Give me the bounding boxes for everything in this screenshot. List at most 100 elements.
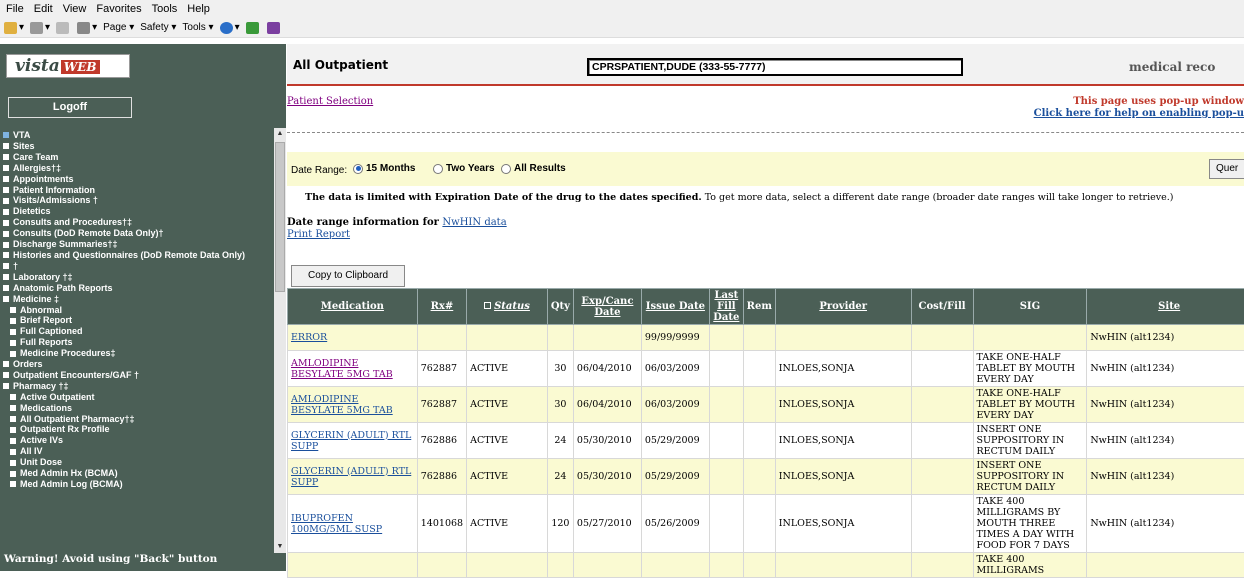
- sidebar-item[interactable]: Visits/Admissions †: [0, 195, 274, 206]
- sidebar-item[interactable]: Anatomic Path Reports: [0, 283, 274, 294]
- sidebar-item[interactable]: Laboratory †‡: [0, 272, 274, 283]
- sidebar-item[interactable]: Consults and Procedures†‡: [0, 217, 274, 228]
- radio-two-years[interactable]: Two Years: [433, 163, 495, 174]
- tools-menu[interactable]: Tools ▾: [182, 22, 213, 33]
- sidebar-item[interactable]: All Outpatient Pharmacy†‡: [0, 414, 274, 425]
- cell-sig: INSERT ONE SUPPOSITORY IN RECTUM DAILY: [973, 423, 1087, 459]
- sidebar-item[interactable]: Medicine ‡: [0, 294, 274, 305]
- medication-link[interactable]: AMLODIPINE BESYLATE 5MG TAB: [291, 358, 393, 380]
- col-medication[interactable]: Medication: [288, 289, 418, 325]
- sidebar-item[interactable]: Pharmacy †‡: [0, 381, 274, 392]
- col-issue-date[interactable]: Issue Date: [641, 289, 709, 325]
- cell-med: [288, 553, 418, 578]
- safety-menu[interactable]: Safety ▾: [140, 22, 176, 33]
- sidebar-item[interactable]: Appointments: [0, 174, 274, 185]
- research-button[interactable]: [246, 22, 261, 34]
- col-provider[interactable]: Provider: [775, 289, 911, 325]
- col-rx[interactable]: Rx#: [417, 289, 466, 325]
- scroll-down-icon[interactable]: ▼: [274, 541, 286, 553]
- medication-link[interactable]: GLYCERIN (ADULT) RTL SUPP: [291, 430, 411, 452]
- sidebar-item[interactable]: Histories and Questionnaires (DoD Remote…: [0, 250, 274, 261]
- sidebar-item[interactable]: Unit Dose: [0, 457, 274, 468]
- sidebar-item[interactable]: All IV: [0, 446, 274, 457]
- popup-help-link[interactable]: Click here for help on enabling pop-u: [980, 108, 1244, 119]
- sidebar-item-label: Anatomic Path Reports: [13, 283, 113, 294]
- print-button[interactable]: ▾: [77, 22, 97, 34]
- sidebar-item[interactable]: Active IVs: [0, 435, 274, 446]
- sidebar-item[interactable]: Brief Report: [0, 315, 274, 326]
- cell-med: AMLODIPINE BESYLATE 5MG TAB: [288, 387, 418, 423]
- tree-node-icon: [10, 394, 16, 400]
- col-status[interactable]: Status: [467, 289, 548, 325]
- menu-favorites[interactable]: Favorites: [96, 3, 141, 15]
- sidebar-item[interactable]: Sites: [0, 141, 274, 152]
- sidebar-item[interactable]: Active Outpatient: [0, 392, 274, 403]
- cell-cost: [911, 325, 973, 351]
- nwhin-data-link[interactable]: NwHIN data: [442, 217, 506, 228]
- menu-help[interactable]: Help: [187, 3, 210, 15]
- sidebar-item[interactable]: Outpatient Rx Profile: [0, 424, 274, 435]
- menu-view[interactable]: View: [63, 3, 87, 15]
- home-button[interactable]: ▾: [4, 22, 24, 34]
- scroll-up-icon[interactable]: ▲: [274, 128, 286, 140]
- sidebar-item[interactable]: Medications: [0, 403, 274, 414]
- cell-provider: INLOES,SONJA: [775, 459, 911, 495]
- tree-node-icon: [10, 460, 16, 466]
- radio-15-months[interactable]: 15 Months: [353, 163, 415, 174]
- sidebar-item[interactable]: Dietetics: [0, 206, 274, 217]
- cell-exp: [573, 553, 641, 578]
- medication-link[interactable]: IBUPROFEN 100MG/5ML SUSP: [291, 513, 382, 535]
- cell-rem: [743, 495, 775, 553]
- sidebar-item[interactable]: Med Admin Log (BCMA): [0, 479, 274, 490]
- cell-rem: [743, 459, 775, 495]
- sidebar-item-label: Active Outpatient: [20, 392, 95, 403]
- cell-qty: [547, 325, 573, 351]
- medication-link[interactable]: AMLODIPINE BESYLATE 5MG TAB: [291, 394, 393, 416]
- vistaweb-logo: vistaWEB: [6, 54, 130, 78]
- patient-selection-link[interactable]: Patient Selection: [287, 96, 373, 107]
- medication-link[interactable]: ERROR: [291, 332, 327, 343]
- sidebar-item[interactable]: Orders: [0, 359, 274, 370]
- menu-tools[interactable]: Tools: [152, 3, 178, 15]
- sidebar-scrollbar[interactable]: ▲ ▼: [274, 128, 286, 553]
- menu-edit[interactable]: Edit: [34, 3, 53, 15]
- sidebar-item[interactable]: Abnormal: [0, 305, 274, 316]
- col-site[interactable]: Site: [1087, 289, 1244, 325]
- sidebar-item[interactable]: Allergies†‡: [0, 163, 274, 174]
- sidebar-item[interactable]: Med Admin Hx (BCMA): [0, 468, 274, 479]
- print-report-link[interactable]: Print Report: [287, 229, 350, 240]
- sidebar-item-label: Medicine ‡: [13, 294, 59, 305]
- tree-node-icon: [3, 143, 9, 149]
- sidebar-item[interactable]: Full Reports: [0, 337, 274, 348]
- logo-text: vista: [15, 56, 60, 76]
- sidebar-item-label: Outpatient Rx Profile: [20, 424, 110, 435]
- sidebar-item[interactable]: Care Team: [0, 152, 274, 163]
- logoff-button[interactable]: Logoff: [8, 97, 132, 118]
- home-icon: [4, 22, 17, 34]
- sidebar-item[interactable]: Full Captioned: [0, 326, 274, 337]
- sidebar-item[interactable]: Discharge Summaries†‡: [0, 239, 274, 250]
- col-exp-date[interactable]: Exp/Canc Date: [573, 289, 641, 325]
- patient-box[interactable]: CPRSPATIENT,DUDE (333-55-7777): [587, 58, 963, 76]
- col-last-fill[interactable]: Last Fill Date: [709, 289, 743, 325]
- tree-node-icon: [3, 231, 9, 237]
- sidebar-item[interactable]: VTA: [0, 130, 274, 141]
- sidebar-item[interactable]: Patient Information: [0, 185, 274, 196]
- copy-to-clipboard-button[interactable]: Copy to Clipboard: [291, 265, 405, 287]
- radio-all-results[interactable]: All Results: [501, 163, 566, 174]
- sidebar-item[interactable]: Outpatient Encounters/GAF †: [0, 370, 274, 381]
- sidebar-item[interactable]: Consults (DoD Remote Data Only)†: [0, 228, 274, 239]
- help-button[interactable]: ▾: [220, 22, 240, 34]
- scroll-thumb[interactable]: [275, 142, 285, 292]
- feeds-button[interactable]: ▾: [30, 22, 50, 34]
- onenote-button[interactable]: [267, 22, 282, 34]
- cell-issue: [641, 553, 709, 578]
- sidebar-item-label: Histories and Questionnaires (DoD Remote…: [13, 250, 245, 261]
- page-menu[interactable]: Page ▾: [103, 22, 134, 33]
- query-button[interactable]: Quer: [1209, 159, 1244, 179]
- menu-file[interactable]: File: [6, 3, 24, 15]
- mail-button[interactable]: [56, 22, 71, 34]
- medication-link[interactable]: GLYCERIN (ADULT) RTL SUPP: [291, 466, 411, 488]
- sidebar-item[interactable]: †: [0, 261, 274, 272]
- sidebar-item[interactable]: Medicine Procedures‡: [0, 348, 274, 359]
